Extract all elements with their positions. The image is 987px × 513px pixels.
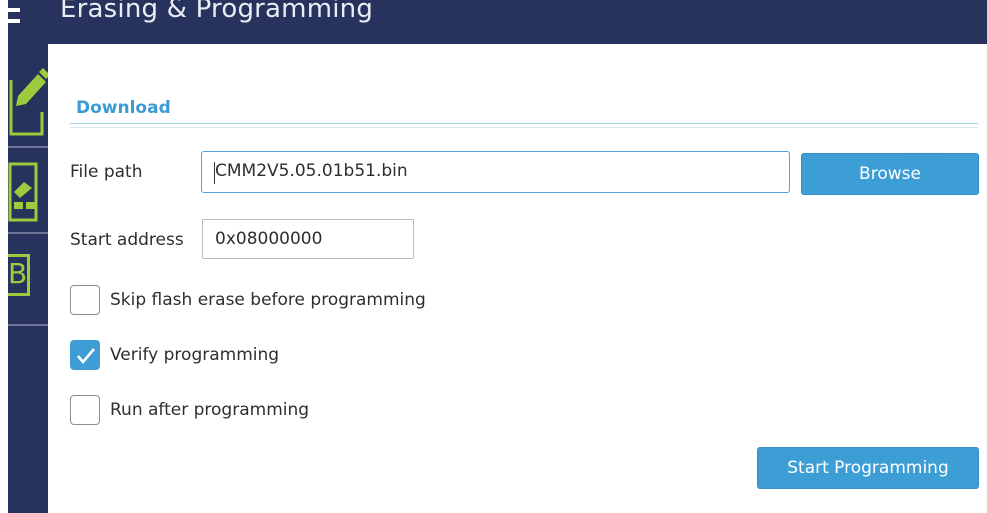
- run-after-programming-checkbox[interactable]: [70, 395, 100, 425]
- verify-programming-checkbox[interactable]: [70, 340, 100, 370]
- sidebar-divider: [8, 146, 48, 148]
- left-sidebar: B: [0, 0, 50, 513]
- file-path-value[interactable]: CMM2V5.05.01b51.bin: [215, 161, 408, 181]
- page-header: Erasing & Programming: [48, 0, 987, 44]
- section-title-download: Download: [76, 98, 171, 118]
- sidebar-panel: B: [8, 0, 50, 513]
- skip-flash-erase-label[interactable]: Skip flash erase before programming: [110, 290, 426, 310]
- sidebar-item-option-bytes[interactable]: B: [8, 244, 48, 318]
- browse-button[interactable]: Browse: [801, 153, 979, 195]
- start-address-value[interactable]: 0x08000000: [215, 229, 322, 249]
- start-address-label: Start address: [70, 230, 184, 250]
- skip-flash-erase-checkbox[interactable]: [70, 285, 100, 315]
- section-divider: [70, 123, 978, 124]
- sidebar-item-erasing-programming[interactable]: [8, 66, 50, 140]
- page-title: Erasing & Programming: [60, 0, 374, 24]
- start-address-field[interactable]: 0x08000000: [202, 219, 414, 259]
- edit-icon: [9, 68, 50, 136]
- sidebar-divider: [8, 232, 48, 234]
- file-path-label: File path: [70, 162, 143, 182]
- run-after-programming-label[interactable]: Run after programming: [110, 400, 309, 420]
- start-programming-button[interactable]: Start Programming: [757, 447, 979, 489]
- sidebar-divider: [8, 324, 48, 326]
- menu-icon[interactable]: [8, 0, 22, 34]
- sidebar-item-memory[interactable]: [8, 158, 48, 226]
- option-bytes-label: B: [8, 257, 28, 290]
- checkmark-icon: [77, 348, 95, 364]
- download-panel: Download File path CMM2V5.05.01b51.bin B…: [48, 50, 987, 513]
- verify-programming-label[interactable]: Verify programming: [110, 345, 279, 365]
- memory-card-icon: [8, 162, 38, 222]
- file-path-combobox[interactable]: CMM2V5.05.01b51.bin: [201, 151, 943, 193]
- section-divider: [70, 127, 978, 128]
